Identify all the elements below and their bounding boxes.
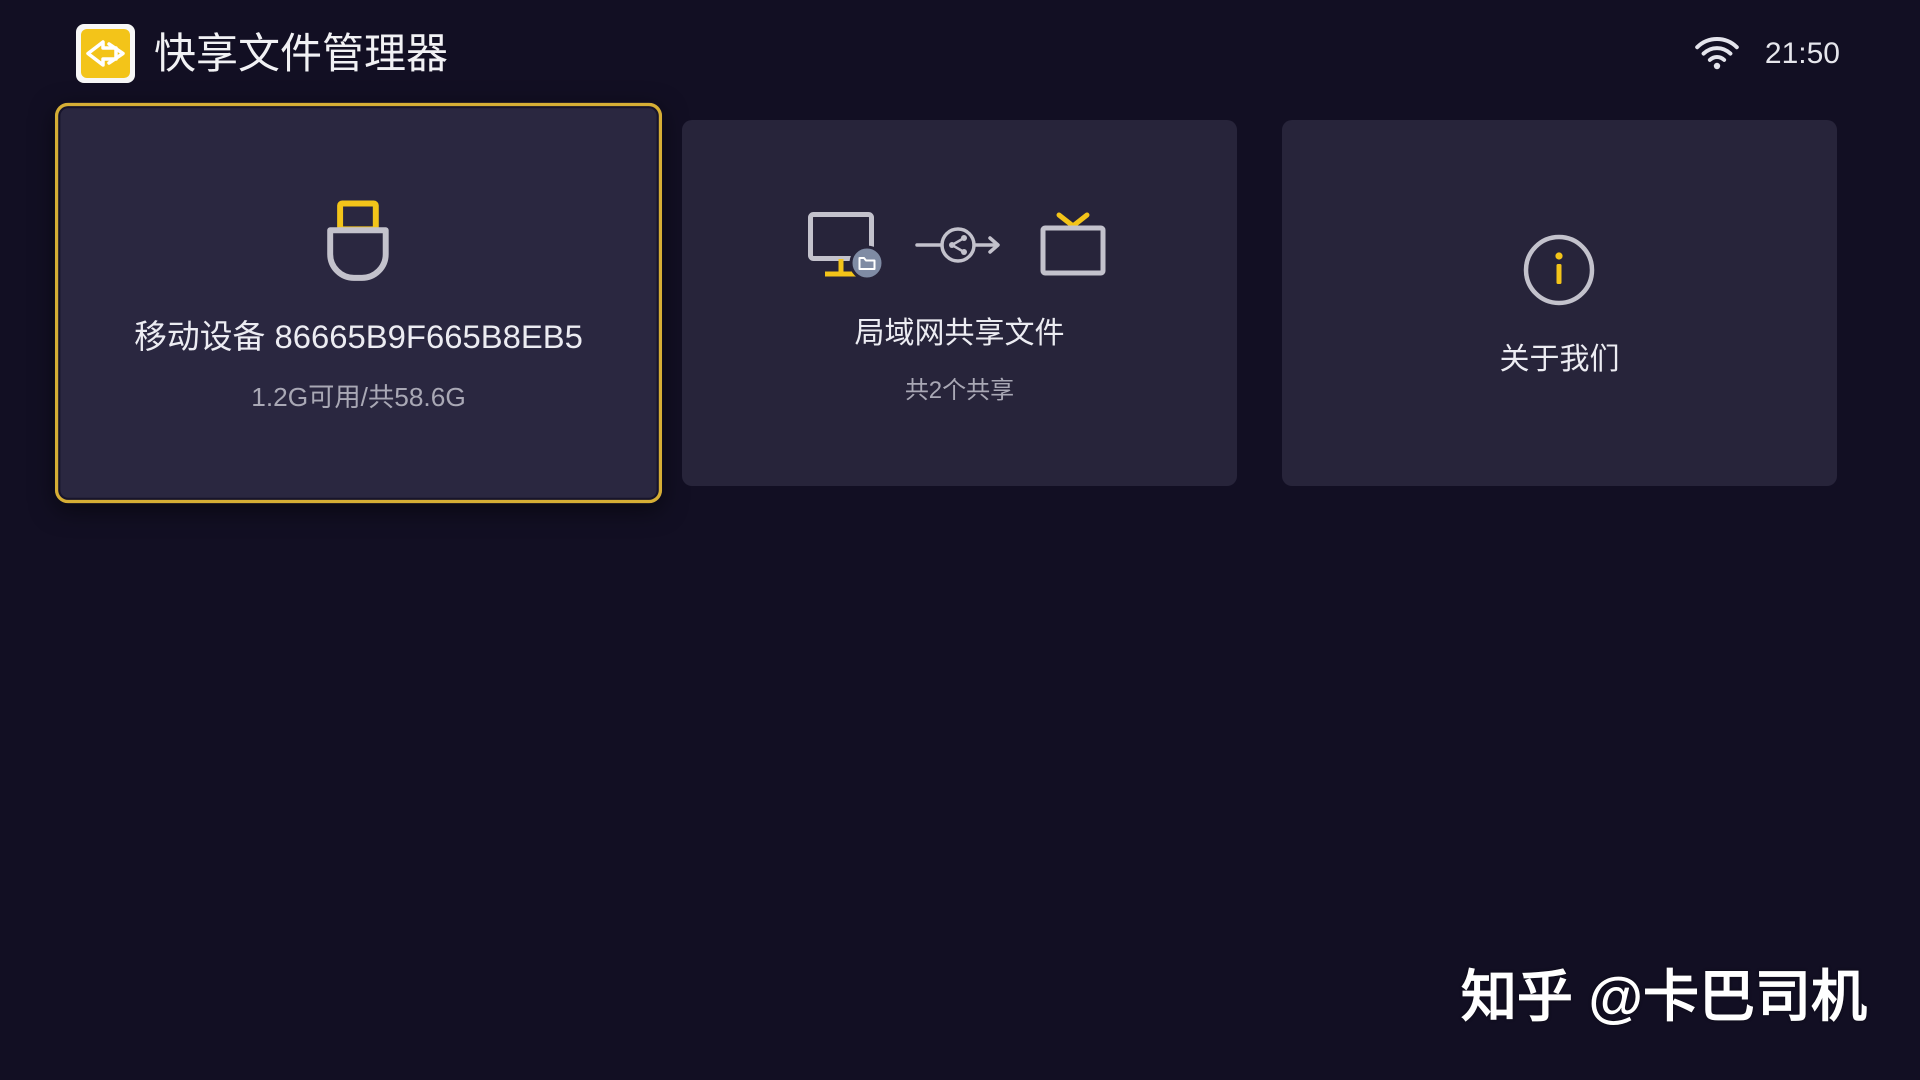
card-title: 关于我们: [1499, 343, 1620, 376]
storage-usage: 1.2G可用/共58.6G: [251, 382, 466, 413]
app-logo-icon: [76, 24, 135, 83]
share-transfer-icon: [915, 227, 1000, 263]
card-title: 局域网共享文件: [854, 317, 1065, 350]
mobile-device-card[interactable]: 移动设备 86665B9F665B8EB5 1.2G可用/共58.6G: [54, 102, 663, 504]
lan-share-card[interactable]: 局域网共享文件 共2个共享: [682, 120, 1237, 486]
card-title: 移动设备 86665B9F665B8EB5: [134, 319, 583, 356]
about-us-card[interactable]: 关于我们: [1282, 120, 1837, 486]
app-title: 快享文件管理器: [154, 30, 449, 77]
info-icon: [1523, 234, 1595, 306]
wifi-icon: [1695, 37, 1739, 70]
usb-drive-icon: [327, 200, 389, 281]
computer-folder-icon: [808, 212, 885, 281]
tv-icon: [1040, 212, 1106, 276]
watermark: 知乎 @卡巴司机: [1460, 965, 1867, 1028]
share-count: 共2个共享: [904, 377, 1015, 404]
status-clock: 21:50: [1764, 37, 1840, 70]
